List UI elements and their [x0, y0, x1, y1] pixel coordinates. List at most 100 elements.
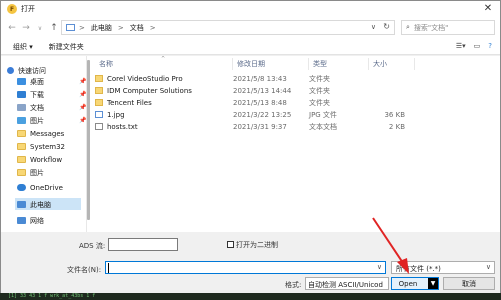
file-type: 文本文档 [309, 122, 337, 131]
filename-input[interactable]: ∨ [105, 261, 386, 274]
file-date: 2021/3/22 13:25 [233, 110, 292, 119]
file-name: Tencent Files [107, 98, 152, 107]
search-placeholder: 搜索"文档" [413, 23, 449, 32]
file-type: JPG 文件 [309, 110, 337, 119]
column-header-label: 修改日期 [237, 60, 265, 68]
cancel-button[interactable]: 取消 [443, 277, 495, 290]
sidebar-item-pictures[interactable]: 图片 [17, 115, 44, 126]
sidebar-item-label: System32 [30, 142, 66, 151]
sidebar-item-label: 快速访问 [18, 66, 46, 75]
open-options-dropdown-icon[interactable]: ▼ [428, 278, 438, 289]
forward-button[interactable]: → [19, 23, 33, 33]
folder-icon [17, 143, 26, 150]
close-button[interactable]: ✕ [480, 3, 496, 15]
scrollbar-thumb[interactable] [87, 60, 90, 220]
sidebar-item-workflow[interactable]: Workflow [17, 154, 62, 165]
sidebar-item-system32[interactable]: System32 [17, 141, 65, 152]
file-date: 2021/3/31 9:37 [233, 122, 287, 131]
sidebar-item-label: 此电脑 [30, 200, 51, 209]
file-name: 1.jpg [107, 110, 125, 119]
file-size: 2 KB [388, 122, 405, 131]
file-name: Corel VideoStudio Pro [107, 74, 183, 83]
open-button[interactable]: Open ▼ [391, 277, 439, 290]
search-icon: ⌕ [406, 23, 410, 31]
open-binary-label: 打开为二进制 [236, 241, 278, 249]
pin-icon: 📌 [79, 117, 87, 124]
folder-icon [17, 156, 26, 163]
sidebar-item-label: Messages [30, 129, 65, 138]
sidebar-item-label: 下载 [30, 90, 44, 99]
up-button[interactable]: ↑ [47, 23, 61, 33]
breadcrumb-separator: > [117, 23, 124, 32]
title-bar: F 打开 ✕ [1, 1, 500, 17]
folder-icon [95, 87, 103, 94]
column-header-size[interactable]: 大小 [369, 58, 415, 70]
sidebar-item-downloads[interactable]: 下载 [17, 89, 44, 100]
back-button[interactable]: ← [5, 23, 19, 33]
encoding-value: 自动检测 ASCII/Unicod [308, 281, 383, 289]
file-row[interactable]: Corel VideoStudio Pro 2021/5/8 13:43 文件夹 [95, 73, 415, 84]
file-type: 文件夹 [309, 86, 330, 95]
sidebar-item-documents[interactable]: 文档 [17, 102, 44, 113]
help-icon[interactable]: ? [488, 42, 492, 50]
documents-icon [17, 104, 26, 111]
annotation-arrow-icon [372, 217, 409, 274]
breadcrumb-documents[interactable]: 文档 [130, 23, 144, 33]
file-type: 文件夹 [309, 98, 330, 107]
ads-label: ADS 流: [79, 242, 106, 250]
sidebar-item-desktop[interactable]: 桌面 [17, 76, 44, 87]
pin-icon: 📌 [79, 91, 87, 98]
open-file-dialog: F 打开 ✕ ← → ∨ ↑ > 此电脑 > 文档 > ∨ ↻ ⌕ 搜索"文档"… [0, 0, 501, 294]
file-name: hosts.txt [107, 122, 138, 131]
file-row[interactable]: Tencent Files 2021/5/13 8:48 文件夹 [95, 97, 415, 108]
breadcrumb-separator: > [79, 23, 85, 32]
sidebar-item-onedrive[interactable]: OneDrive [17, 182, 63, 193]
preview-pane-icon[interactable]: ▭ [474, 42, 481, 50]
desktop-icon [17, 78, 26, 85]
address-bar[interactable]: > 此电脑 > 文档 > ∨ ↻ [61, 20, 395, 35]
file-type-dropdown-icon: ∨ [485, 263, 491, 271]
app-icon: F [7, 4, 17, 14]
encoding-label: 格式: [285, 281, 302, 289]
terminal-strip: [1] 33 43 1 f wrk_at_43bs 1 f [0, 293, 501, 300]
encoding-select[interactable]: 自动检测 ASCII/Unicod [305, 277, 389, 290]
folder-icon [95, 75, 103, 82]
search-input[interactable]: ⌕ 搜索"文档" [401, 20, 495, 35]
sidebar-item-network[interactable]: 网络 [17, 215, 44, 226]
file-row[interactable]: hosts.txt 2021/3/31 9:37 文本文档 2 KB [95, 121, 415, 132]
refresh-icon[interactable]: ↻ [383, 22, 390, 31]
file-row[interactable]: 1.jpg 2021/3/22 13:25 JPG 文件 36 KB [95, 109, 415, 120]
address-dropdown-icon[interactable]: ∨ [371, 23, 376, 31]
organize-button[interactable]: 组织 ▾ [13, 42, 33, 52]
recent-locations-dropdown[interactable]: ∨ [33, 25, 47, 32]
cancel-button-label: 取消 [462, 279, 476, 288]
window-title: 打开 [21, 5, 35, 13]
sidebar-item-label: OneDrive [30, 183, 63, 192]
view-options-icon[interactable]: ☰▾ [456, 42, 466, 50]
file-date: 2021/5/13 8:48 [233, 98, 287, 107]
sidebar-item-this-pc[interactable]: 此电脑 [17, 199, 51, 210]
column-header-date[interactable]: 修改日期 [233, 58, 309, 70]
new-folder-button[interactable]: 新建文件夹 [49, 42, 84, 52]
network-icon [17, 217, 26, 224]
open-binary-checkbox[interactable] [227, 241, 234, 248]
ads-stream-input[interactable] [108, 238, 178, 251]
column-header-type[interactable]: 类型 [309, 58, 369, 70]
sidebar-scrollbar[interactable] [87, 58, 90, 230]
breadcrumb-separator: > [149, 23, 156, 32]
sidebar-item-messages[interactable]: Messages [17, 128, 64, 139]
sidebar-item-label: 桌面 [30, 77, 44, 86]
file-date: 2021/5/8 13:43 [233, 74, 287, 83]
navigation-bar: ← → ∨ ↑ > 此电脑 > 文档 > ∨ ↻ ⌕ 搜索"文档" [1, 17, 500, 39]
sidebar-item-quick-access[interactable]: 快速访问 [7, 65, 46, 76]
file-row[interactable]: IDM Computer Solutions 2021/5/13 14:44 文… [95, 85, 415, 96]
navigation-pane: 快速访问 桌面 📌 下载 📌 文档 📌 图片 📌 Messages System… [1, 56, 87, 232]
sidebar-item-pictures-folder[interactable]: 图片 [17, 167, 44, 178]
column-header-label: 名称 [99, 60, 113, 68]
filename-label: 文件名(N): [67, 266, 102, 274]
computer-icon [66, 24, 75, 31]
sidebar-item-label: 图片 [30, 116, 44, 125]
breadcrumb-this-pc[interactable]: 此电脑 [91, 23, 112, 33]
open-button-label: Open [398, 279, 418, 288]
file-size: 36 KB [384, 110, 405, 119]
